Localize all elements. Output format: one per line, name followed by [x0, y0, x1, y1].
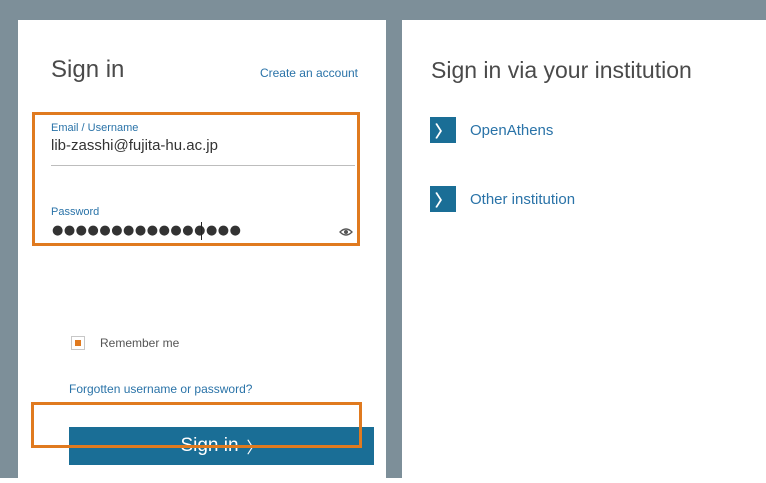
openathens-label: OpenAthens	[470, 121, 554, 139]
chevron-right-icon: 〉	[430, 117, 456, 143]
text-caret	[201, 222, 202, 240]
eye-icon[interactable]	[339, 227, 353, 237]
email-underline	[51, 165, 355, 166]
signin-button[interactable]: Sign in 〉	[69, 427, 374, 465]
forgot-credentials-link[interactable]: Forgotten username or password?	[69, 382, 252, 396]
signin-button-label: Sign in	[180, 435, 239, 456]
chevron-right-icon: 〉	[430, 186, 456, 212]
password-underline	[51, 244, 355, 245]
signin-panel: Sign in Create an account Email / Userna…	[18, 20, 386, 478]
email-label: Email / Username	[51, 122, 139, 134]
remember-me-checkbox[interactable]	[71, 336, 85, 350]
chevron-right-icon: 〉	[246, 440, 263, 457]
remember-me-label: Remember me	[100, 336, 180, 350]
openathens-option[interactable]: 〉 OpenAthens	[430, 117, 553, 143]
password-field[interactable]: ●●●●●●●●●●●●●●●●	[52, 223, 242, 238]
institution-panel: Sign in via your institution 〉 OpenAthen…	[402, 20, 766, 478]
checkbox-icon	[75, 340, 81, 346]
create-account-link[interactable]: Create an account	[260, 66, 358, 80]
password-label: Password	[51, 206, 100, 218]
institution-title: Sign in via your institution	[431, 57, 692, 83]
other-institution-label: Other institution	[470, 190, 576, 208]
email-field[interactable]: lib-zasshi@fujita-hu.ac.jp	[51, 137, 218, 154]
signin-title: Sign in	[51, 56, 125, 83]
other-institution-option[interactable]: 〉 Other institution	[430, 186, 575, 212]
